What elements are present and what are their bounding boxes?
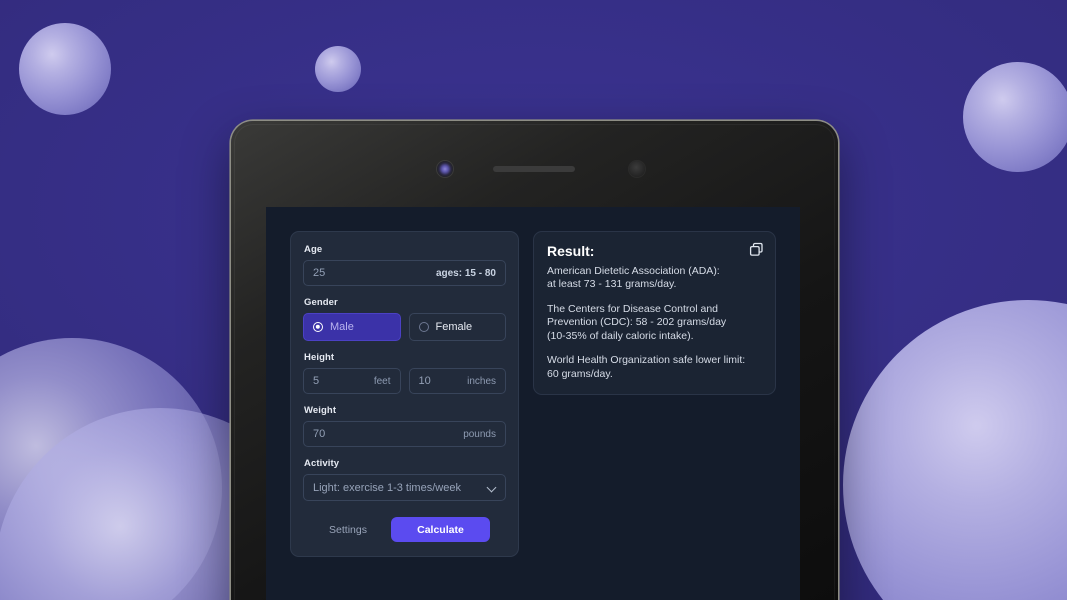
age-value: 25 bbox=[313, 267, 326, 279]
sensor-icon bbox=[629, 161, 645, 177]
result-paragraph-ada: American Dietetic Association (ADA): at … bbox=[547, 265, 720, 291]
speaker-grille bbox=[493, 166, 575, 172]
age-input[interactable]: 25 ages: 15 - 80 bbox=[303, 260, 506, 286]
decorative-sphere bbox=[843, 300, 1067, 600]
decorative-sphere bbox=[963, 62, 1067, 172]
activity-selected-value: Light: exercise 1-3 times/week bbox=[313, 481, 461, 494]
activity-select[interactable]: Light: exercise 1-3 times/week bbox=[303, 474, 506, 501]
calculator-form-card: Age 25 ages: 15 - 80 Gender Male Female … bbox=[290, 231, 519, 557]
field-age: Age 25 ages: 15 - 80 bbox=[303, 244, 506, 286]
result-paragraph-cdc: The Centers for Disease Control and Prev… bbox=[547, 302, 727, 342]
gender-option-male[interactable]: Male bbox=[303, 313, 401, 341]
height-inches-unit: inches bbox=[467, 375, 496, 387]
gender-option-female[interactable]: Female bbox=[408, 313, 506, 341]
decorative-sphere bbox=[0, 338, 222, 600]
gender-option-female-label: Female bbox=[435, 321, 473, 333]
activity-label: Activity bbox=[304, 458, 340, 469]
form-actions: Settings Calculate bbox=[303, 517, 506, 542]
field-gender: Gender Male Female bbox=[303, 297, 506, 341]
result-paragraph-who: World Health Organization safe lower lim… bbox=[547, 354, 746, 380]
chevron-down-icon bbox=[487, 483, 496, 492]
field-height: Height 5 feet 10 inches bbox=[303, 352, 506, 394]
height-inches-input[interactable]: 10 inches bbox=[408, 368, 506, 394]
field-weight: Weight 70 pounds bbox=[303, 405, 506, 447]
decorative-sphere bbox=[19, 23, 111, 115]
radio-icon bbox=[418, 322, 429, 332]
weight-value: 70 bbox=[313, 428, 326, 440]
result-title: Result: bbox=[547, 243, 595, 259]
result-card: Result: American Dietetic Association (A… bbox=[533, 231, 776, 396]
gender-option-male-label: Male bbox=[330, 321, 354, 333]
tablet-device: Age 25 ages: 15 - 80 Gender Male Female … bbox=[231, 121, 838, 600]
settings-button[interactable]: Settings bbox=[319, 518, 377, 542]
camera-icon bbox=[437, 161, 453, 177]
calculate-button[interactable]: Calculate bbox=[390, 517, 490, 542]
age-hint: ages: 15 - 80 bbox=[435, 267, 496, 279]
height-feet-unit: feet bbox=[373, 375, 391, 387]
radio-icon bbox=[313, 322, 323, 332]
height-feet-value: 5 bbox=[313, 375, 320, 387]
screenshot-stage: Age 25 ages: 15 - 80 Gender Male Female … bbox=[0, 0, 1067, 600]
height-feet-input[interactable]: 5 feet bbox=[303, 368, 401, 394]
height-label: Height bbox=[304, 352, 335, 363]
tablet-screen: Age 25 ages: 15 - 80 Gender Male Female … bbox=[266, 207, 800, 600]
app-root: Age 25 ages: 15 - 80 Gender Male Female … bbox=[266, 207, 800, 600]
height-inputs: 5 feet 10 inches bbox=[303, 368, 506, 394]
copy-icon[interactable] bbox=[748, 241, 765, 258]
gender-radio-group: Male Female bbox=[303, 313, 506, 341]
weight-unit: pounds bbox=[463, 428, 496, 440]
weight-label: Weight bbox=[304, 405, 337, 416]
age-label: Age bbox=[304, 244, 323, 255]
weight-input[interactable]: 70 pounds bbox=[303, 421, 506, 447]
field-activity: Activity Light: exercise 1-3 times/week bbox=[303, 458, 506, 501]
height-inches-value: 10 bbox=[418, 375, 431, 387]
decorative-sphere bbox=[315, 46, 361, 92]
gender-label: Gender bbox=[304, 297, 338, 308]
